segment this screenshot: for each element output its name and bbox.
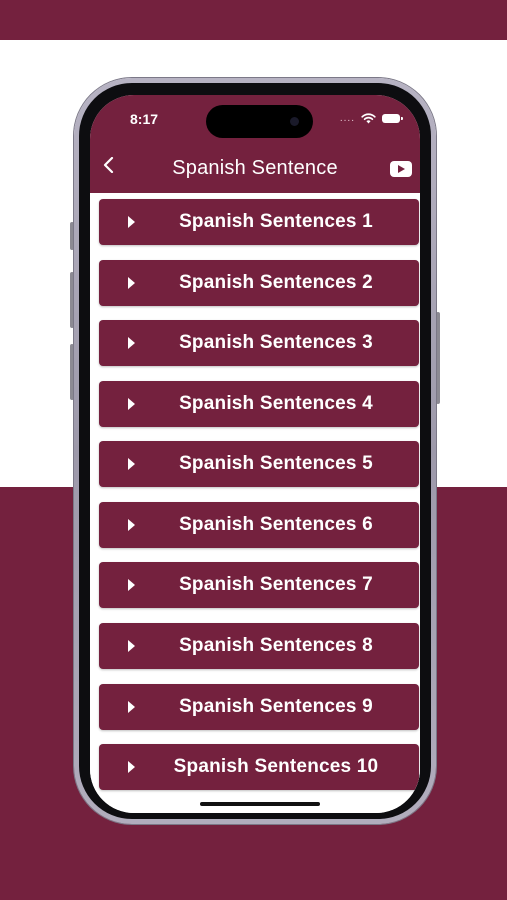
list-item-sentences-9[interactable]: Spanish Sentences 9 [99,684,419,730]
phone-bezel: 8:17 .... Spanish Sentence Spanish Sente… [79,83,431,819]
list-item-sentences-6[interactable]: Spanish Sentences 6 [99,502,419,548]
front-camera-icon [290,117,299,126]
list-item-sentences-5[interactable]: Spanish Sentences 5 [99,441,419,487]
phone-frame: 8:17 .... Spanish Sentence Spanish Sente… [74,78,436,824]
page-title: Spanish Sentence [172,157,338,179]
battery-icon [382,114,403,123]
list-item-sentences-8[interactable]: Spanish Sentences 8 [99,623,419,669]
home-indicator[interactable] [200,802,320,806]
list-item-label: Spanish Sentences 5 [179,453,373,474]
app-header: 8:17 .... Spanish Sentence [90,95,420,193]
app-screen: 8:17 .... Spanish Sentence Spanish Sente… [90,95,420,813]
list-item-sentences-1[interactable]: Spanish Sentences 1 [99,199,419,245]
dynamic-island [206,105,313,138]
sentence-list: Spanish Sentences 1 Spanish Sentences 2 … [90,193,420,813]
list-item-label: Spanish Sentences 10 [173,756,379,777]
status-time: 8:17 [130,111,159,127]
list-item-sentences-7[interactable]: Spanish Sentences 7 [99,562,419,608]
list-item-sentences-2[interactable]: Spanish Sentences 2 [99,260,419,306]
list-item-label: Spanish Sentences 4 [179,393,373,414]
phone-power-button [436,312,440,404]
play-icon [398,165,405,173]
list-item-label: Spanish Sentences 8 [179,635,373,656]
wifi-icon [361,113,376,124]
cellular-signal-icon: .... [339,112,355,124]
background-band-top [0,0,507,40]
status-icons: .... [339,112,403,124]
list-item-label: Spanish Sentences 7 [179,574,373,595]
list-item-label: Spanish Sentences 6 [179,514,373,535]
list-item-sentences-3[interactable]: Spanish Sentences 3 [99,320,419,366]
youtube-icon[interactable] [390,161,412,177]
list-item-sentences-4[interactable]: Spanish Sentences 4 [99,381,419,427]
list-item-label: Spanish Sentences 9 [179,696,373,717]
list-item-label: Spanish Sentences 2 [179,272,373,293]
list-item-label: Spanish Sentences 1 [179,211,373,232]
list-item-label: Spanish Sentences 3 [179,332,373,353]
list-item-sentences-10[interactable]: Spanish Sentences 10 [99,744,419,790]
